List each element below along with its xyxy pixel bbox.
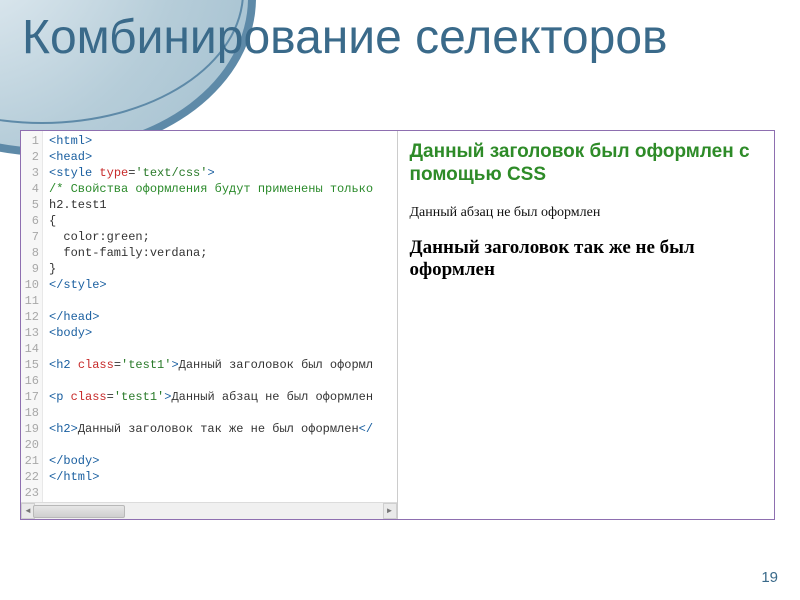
code-body: <html><head><style type='text/css'>/* Св…	[43, 131, 373, 502]
code-line	[49, 293, 373, 309]
page-number: 19	[761, 569, 778, 586]
code-line: </html>	[49, 469, 373, 485]
slide: Комбинирование селекторов 12345678910111…	[0, 0, 800, 600]
code-line: <h2 class='test1'>Данный заголовок был о…	[49, 357, 373, 373]
code-line: color:green;	[49, 229, 373, 245]
code-line: <html>	[49, 133, 373, 149]
line-number: 22	[21, 469, 39, 485]
code-line: </head>	[49, 309, 373, 325]
code-line: <head>	[49, 149, 373, 165]
code-line: </style>	[49, 277, 373, 293]
scroll-right-button[interactable]: ►	[383, 503, 397, 519]
code-line: {	[49, 213, 373, 229]
line-number: 21	[21, 453, 39, 469]
code-line	[49, 373, 373, 389]
preview-styled-heading: Данный заголовок был оформлен с помощью …	[410, 141, 765, 187]
line-number: 2	[21, 149, 39, 165]
line-number: 8	[21, 245, 39, 261]
code-line: <style type='text/css'>	[49, 165, 373, 181]
line-number: 14	[21, 341, 39, 357]
line-number: 5	[21, 197, 39, 213]
code-scroll-area: 1234567891011121314151617181920212223 <h…	[21, 131, 397, 502]
code-line: <p class='test1'>Данный абзац не был офо…	[49, 389, 373, 405]
code-line: <h2>Данный заголовок так же не был оформ…	[49, 421, 373, 437]
scroll-thumb[interactable]	[33, 505, 125, 518]
code-line: }	[49, 261, 373, 277]
line-number: 3	[21, 165, 39, 181]
example-panel: 1234567891011121314151617181920212223 <h…	[20, 130, 775, 520]
line-number: 17	[21, 389, 39, 405]
line-number: 23	[21, 485, 39, 501]
line-number: 11	[21, 293, 39, 309]
code-line	[49, 485, 373, 501]
horizontal-scrollbar[interactable]: ◄ ►	[21, 502, 397, 519]
line-number: 4	[21, 181, 39, 197]
line-number: 12	[21, 309, 39, 325]
line-number: 7	[21, 229, 39, 245]
line-number-gutter: 1234567891011121314151617181920212223	[21, 131, 43, 502]
code-pane: 1234567891011121314151617181920212223 <h…	[21, 131, 398, 519]
preview-plain-heading: Данный заголовок так же не был оформлен	[410, 237, 765, 283]
code-line	[49, 437, 373, 453]
line-number: 10	[21, 277, 39, 293]
line-number: 20	[21, 437, 39, 453]
code-line: h2.test1	[49, 197, 373, 213]
code-line: <body>	[49, 325, 373, 341]
code-line: /* Свойства оформления будут применены т…	[49, 181, 373, 197]
code-line	[49, 405, 373, 421]
line-number: 1	[21, 133, 39, 149]
line-number: 18	[21, 405, 39, 421]
line-number: 13	[21, 325, 39, 341]
code-line: font-family:verdana;	[49, 245, 373, 261]
slide-title: Комбинирование селекторов	[22, 12, 668, 64]
code-line	[49, 341, 373, 357]
preview-pane: Данный заголовок был оформлен с помощью …	[398, 131, 775, 519]
line-number: 6	[21, 213, 39, 229]
line-number: 16	[21, 373, 39, 389]
preview-paragraph: Данный абзац не был оформлен	[410, 205, 765, 221]
line-number: 9	[21, 261, 39, 277]
line-number: 19	[21, 421, 39, 437]
line-number: 15	[21, 357, 39, 373]
code-line: </body>	[49, 453, 373, 469]
